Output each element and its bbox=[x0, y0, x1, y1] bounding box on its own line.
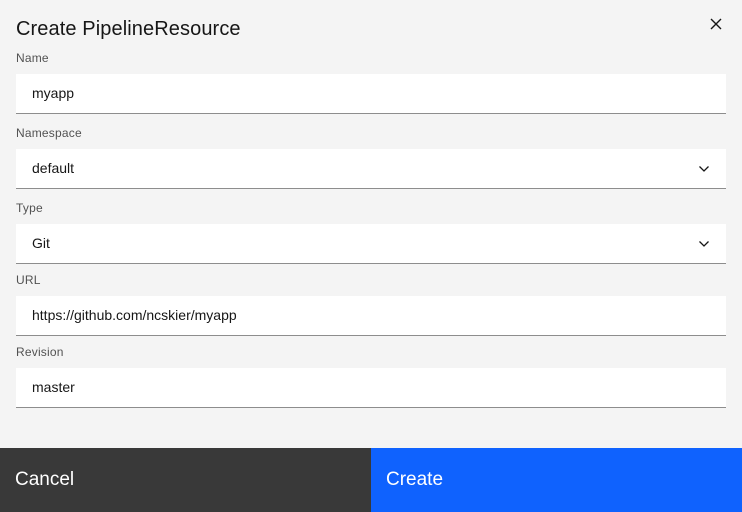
url-field-group: URL bbox=[16, 272, 726, 336]
revision-input[interactable] bbox=[16, 368, 726, 407]
close-button[interactable] bbox=[706, 14, 726, 34]
revision-field-group: Revision bbox=[16, 344, 726, 408]
revision-label: Revision bbox=[16, 345, 64, 359]
namespace-label: Namespace bbox=[16, 126, 82, 140]
url-input[interactable] bbox=[16, 296, 726, 335]
namespace-selected-value: default bbox=[32, 160, 75, 176]
revision-input-wrapper bbox=[16, 368, 726, 408]
chevron-down-icon bbox=[698, 163, 710, 175]
name-input[interactable] bbox=[16, 74, 726, 113]
create-button[interactable]: Create bbox=[371, 448, 742, 512]
name-label: Name bbox=[16, 51, 49, 65]
type-selected-value: Git bbox=[32, 235, 50, 251]
dialog-title: Create PipelineResource bbox=[16, 18, 241, 40]
type-field-group: Type Git bbox=[16, 200, 726, 264]
url-label: URL bbox=[16, 273, 41, 287]
dialog-header: Create PipelineResource bbox=[16, 16, 726, 44]
type-select[interactable]: Git bbox=[16, 224, 726, 264]
dialog-footer: Cancel Create bbox=[0, 448, 742, 512]
cancel-button[interactable]: Cancel bbox=[0, 448, 371, 512]
name-field-group: Name bbox=[16, 50, 726, 114]
create-pipelineresource-dialog: Create PipelineResource Name Namespace d… bbox=[0, 0, 742, 512]
chevron-down-icon bbox=[698, 238, 710, 250]
namespace-select[interactable]: default bbox=[16, 149, 726, 189]
name-input-wrapper bbox=[16, 74, 726, 114]
close-icon bbox=[710, 18, 722, 30]
url-input-wrapper bbox=[16, 296, 726, 336]
type-label: Type bbox=[16, 201, 43, 215]
namespace-field-group: Namespace default bbox=[16, 125, 726, 189]
